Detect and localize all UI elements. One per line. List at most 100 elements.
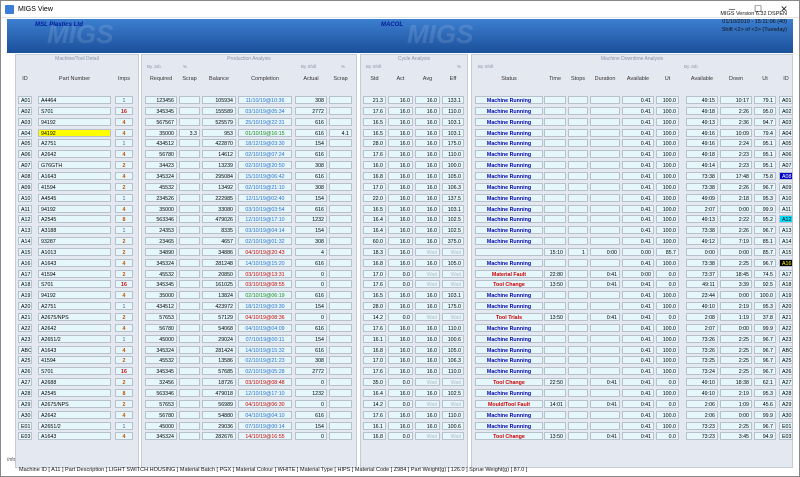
column-header-id-right[interactable]: ID (779, 73, 793, 85)
column-header-job-ut[interactable]: Ut (754, 73, 776, 85)
cell-id-right[interactable]: A06 (779, 150, 793, 159)
column-header-required[interactable]: Required (145, 73, 177, 85)
cell-id-right[interactable]: E01 (779, 421, 793, 430)
column-header-stops[interactable]: Stops (568, 73, 588, 85)
cell-eff: 133.1 (442, 96, 464, 104)
cell-id[interactable]: A29 (18, 399, 32, 408)
cell-id[interactable]: A05 (18, 139, 32, 148)
cell-id-right[interactable]: A23 (779, 334, 793, 343)
cell-id-right[interactable]: E03 (779, 432, 793, 441)
cell-id[interactable]: A19 (18, 291, 32, 300)
cell-id[interactable]: A25 (18, 356, 32, 365)
cell-id-right[interactable]: A29 (779, 399, 793, 408)
column-header-status[interactable]: Status (475, 73, 543, 85)
cell-id[interactable]: A13 (18, 226, 32, 235)
cell-id[interactable]: ABC (18, 345, 32, 354)
cell-time (544, 323, 566, 332)
column-header-std[interactable]: Std (363, 73, 386, 85)
column-header-act[interactable]: Act (388, 73, 413, 85)
column-header-scrap[interactable]: Scrap (179, 73, 200, 85)
cell-id-right[interactable]: A12 (779, 215, 793, 224)
cell-ut: 100.0 (656, 182, 679, 191)
cell-id[interactable]: A26 (18, 367, 32, 376)
cell-id[interactable]: A23 (18, 334, 32, 343)
cell-id-right[interactable]: A08 (779, 171, 793, 180)
cell-scrap (179, 258, 200, 267)
cell-id[interactable]: A04 (18, 128, 32, 137)
cell-id-right[interactable]: A21 (779, 313, 793, 321)
cell-id[interactable]: A09 (18, 182, 32, 191)
cell-imps: 4 (115, 150, 133, 159)
cell-id-right[interactable]: A15 (779, 247, 793, 256)
cell-id[interactable]: A16 (18, 258, 32, 267)
cell-id-right[interactable]: A13 (779, 226, 793, 235)
cell-id[interactable]: A27 (18, 378, 32, 387)
cell-id-right[interactable]: A28 (779, 388, 793, 397)
cell-id[interactable]: A02 (18, 106, 32, 115)
cell-job-ut: 85.7 (754, 247, 776, 256)
cell-id-right[interactable]: A14 (779, 237, 793, 246)
column-header-completion[interactable]: Completion (238, 73, 292, 85)
cell-id[interactable]: A10 (18, 193, 32, 202)
column-header-job-available[interactable]: Available (686, 73, 718, 85)
cell-id-right[interactable]: A04 (779, 128, 793, 137)
column-header-balance[interactable]: Balance (202, 73, 236, 85)
cell-id-right[interactable]: A20 (779, 302, 793, 311)
column-header-actual[interactable]: Actual (295, 73, 327, 85)
column-header-imps[interactable]: Imps (115, 73, 133, 85)
cell-id-right[interactable]: A02 (779, 106, 793, 115)
cell-eff: 375.0 (442, 237, 464, 246)
cell-id[interactable]: A03 (18, 117, 32, 126)
cell-id[interactable]: A01 (18, 96, 32, 104)
column-header-down[interactable]: Down (720, 73, 752, 85)
cell-id-right[interactable]: A26 (779, 367, 793, 376)
cell-id-right[interactable]: A05 (779, 139, 793, 148)
cell-id[interactable]: A28 (18, 388, 32, 397)
cell-id[interactable]: A07 (18, 161, 32, 170)
cell-id[interactable]: A17 (18, 269, 32, 278)
cell-id[interactable]: A20 (18, 302, 32, 311)
column-header-shift-scrap[interactable]: Scrap (329, 73, 352, 85)
cell-id[interactable]: A11 (18, 204, 32, 213)
cell-id-right[interactable]: A03 (779, 117, 793, 126)
cell-required: 434512 (145, 302, 177, 311)
cell-id[interactable]: A18 (18, 280, 32, 289)
cell-id-right[interactable]: A17 (779, 269, 793, 278)
cell-id[interactable]: A08 (18, 171, 32, 180)
column-header-time[interactable]: Time (544, 73, 566, 85)
cell-id-right[interactable]: A07 (779, 161, 793, 170)
cell-status: Machine Running (475, 356, 543, 365)
column-header-id[interactable]: ID (18, 73, 32, 85)
column-header-part-number[interactable]: Part Number (38, 73, 111, 85)
cell-id[interactable]: A22 (18, 323, 32, 332)
cell-id-right[interactable]: A25 (779, 356, 793, 365)
cell-id-right[interactable]: A18 (779, 280, 793, 289)
cell-id[interactable]: A15 (18, 247, 32, 256)
cell-id-right[interactable]: A11 (779, 204, 793, 213)
cell-id[interactable]: E01 (18, 421, 32, 430)
cell-id-right[interactable]: A30 (779, 410, 793, 419)
cell-id-right[interactable]: A09 (779, 182, 793, 191)
column-header-avg[interactable]: Avg (415, 73, 440, 85)
cell-id-right[interactable]: ABC (779, 345, 793, 354)
cell-id[interactable]: A06 (18, 150, 32, 159)
cell-id[interactable]: A21 (18, 313, 32, 321)
cell-id-right[interactable]: A19 (779, 291, 793, 300)
cell-id-right[interactable]: A22 (779, 323, 793, 332)
column-header-duration[interactable]: Duration (590, 73, 620, 85)
cell-id-right[interactable]: A10 (779, 193, 793, 202)
cell-duration (590, 302, 620, 311)
cell-id-right[interactable]: A27 (779, 378, 793, 387)
cell-duration (590, 291, 620, 300)
cell-id[interactable]: E03 (18, 432, 32, 441)
cell-id-right[interactable]: A01 (779, 96, 793, 104)
column-header-eff[interactable]: Eff (442, 73, 464, 85)
column-header-ut[interactable]: Ut (656, 73, 679, 85)
cell-id[interactable]: A14 (18, 237, 32, 246)
cell-id[interactable]: A12 (18, 215, 32, 224)
cell-job-available: 2:07 (686, 323, 718, 332)
cell-id[interactable]: A30 (18, 410, 32, 419)
column-header-available[interactable]: Available (622, 73, 654, 85)
cell-id-right[interactable]: A16 (779, 258, 793, 267)
cell-required: 56780 (145, 410, 177, 419)
